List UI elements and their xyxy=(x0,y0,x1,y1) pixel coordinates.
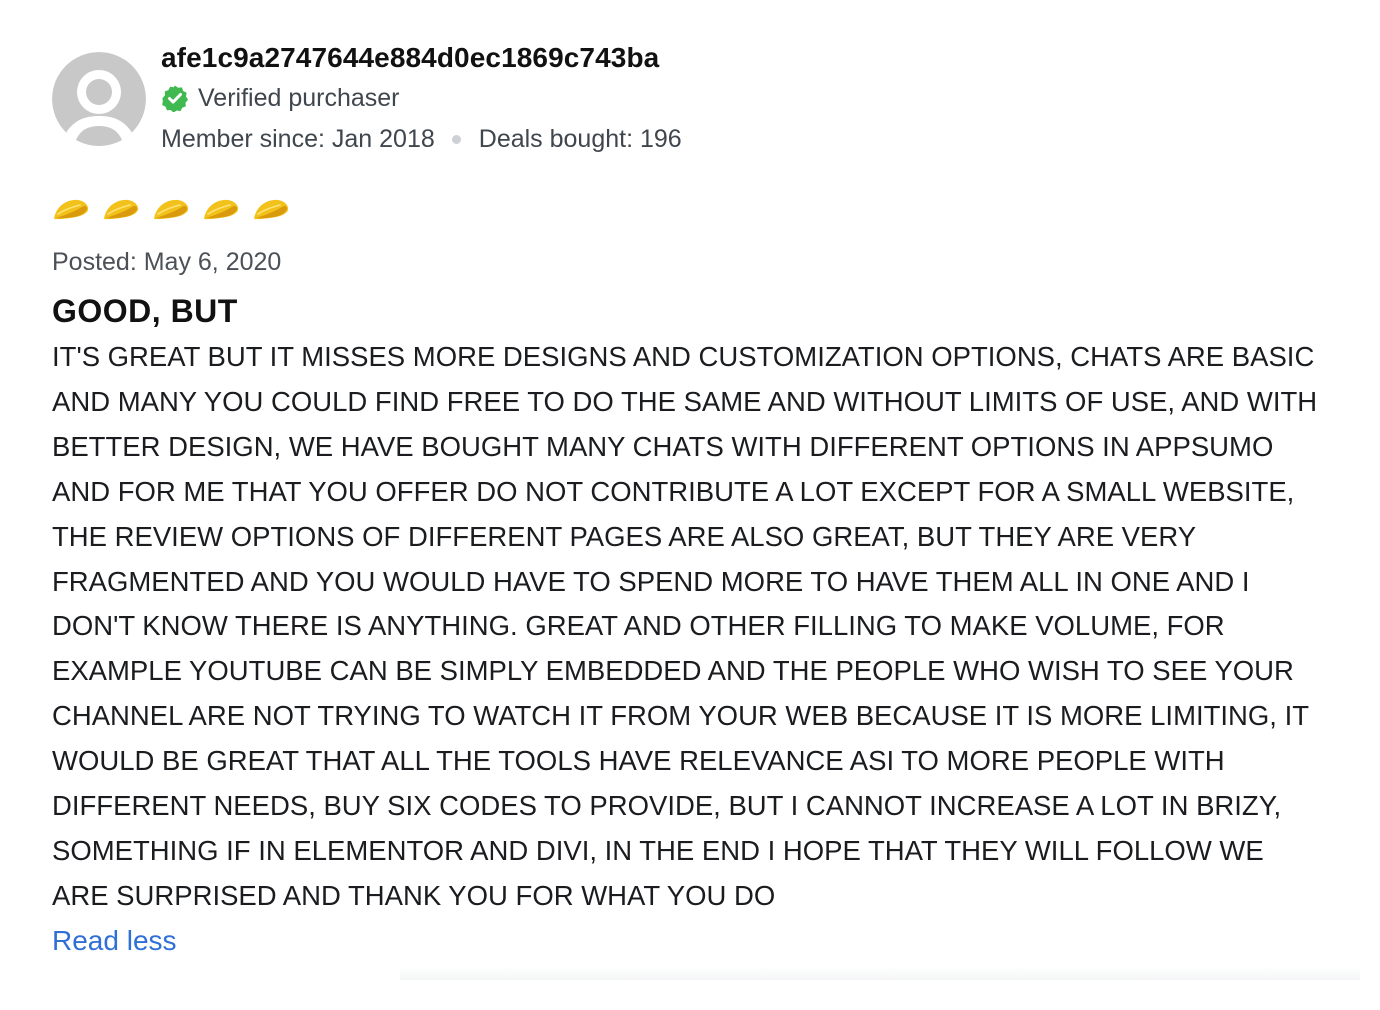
reviewer-info: afe1c9a2747644e884d0ec1869c743ba Verifie… xyxy=(161,40,682,154)
verified-label: Verified purchaser xyxy=(198,83,400,112)
taco-icon xyxy=(154,199,189,220)
rating-tacos xyxy=(52,195,1352,225)
taco-icon xyxy=(204,199,239,220)
review-body-line: AND FOR ME THAT YOU OFFER DO NOT CONTRIB… xyxy=(52,475,1295,507)
separator-dot xyxy=(451,134,461,144)
deals-bought: Deals bought: 196 xyxy=(478,124,682,153)
review-header: afe1c9a2747644e884d0ec1869c743ba Verifie… xyxy=(52,40,1352,165)
reviewer-meta: Member since: Jan 2018 Deals bought: 196 xyxy=(161,124,682,154)
review-body-line: BETTER DESIGN, WE HAVE BOUGHT MANY CHATS… xyxy=(52,430,1274,462)
review-body-line: EXAMPLE YOUTUBE CAN BE SIMPLY EMBEDDED A… xyxy=(52,655,1294,687)
reviewer-username[interactable]: afe1c9a2747644e884d0ec1869c743ba xyxy=(161,40,682,76)
review-body-line: AND MANY YOU COULD FIND FREE TO DO THE S… xyxy=(52,385,1318,417)
review-body-line: IT'S GREAT BUT IT MISSES MORE DESIGNS AN… xyxy=(52,341,1315,372)
review-body-line: SOMETHING IF IN ELEMENTOR AND DIVI, IN T… xyxy=(52,834,1264,866)
taco-icon xyxy=(254,199,289,220)
member-since: Member since: Jan 2018 xyxy=(161,124,435,153)
review-body: IT'S GREAT BUT IT MISSES MORE DESIGNS AN… xyxy=(52,335,1352,919)
review-body-line: DIFFERENT NEEDS, BUY SIX CODES TO PROVID… xyxy=(52,790,1282,822)
review-body-line: FRAGMENTED AND YOU WOULD HAVE TO SPEND M… xyxy=(52,565,1250,597)
avatar[interactable] xyxy=(52,52,146,146)
review-body-line: DON'T KNOW THERE IS ANYTHING. GREAT AND … xyxy=(52,610,1225,642)
bottom-fade xyxy=(400,966,1360,980)
review-title: GOOD, BUT xyxy=(52,293,238,329)
taco-icon xyxy=(104,199,139,220)
verified-badge: Verified purchaser xyxy=(161,84,682,112)
review-body-line: THE REVIEW OPTIONS OF DIFFERENT PAGES AR… xyxy=(52,520,1197,552)
review-body-line: CHANNEL ARE NOT TRYING TO WATCH IT FROM … xyxy=(52,700,1310,732)
taco-icon xyxy=(54,199,89,220)
review-body-line: ARE SURPRISED AND THANK YOU FOR WHAT YOU… xyxy=(52,879,776,911)
read-less-link[interactable]: Read less xyxy=(52,919,177,963)
user-avatar-icon xyxy=(52,52,146,146)
posted-date: Posted: May 6, 2020 xyxy=(52,248,282,276)
review-card: afe1c9a2747644e884d0ec1869c743ba Verifie… xyxy=(52,40,1352,963)
verified-check-icon xyxy=(162,85,189,112)
review-body-line: WOULD BE GREAT THAT ALL THE TOOLS HAVE R… xyxy=(52,745,1225,777)
